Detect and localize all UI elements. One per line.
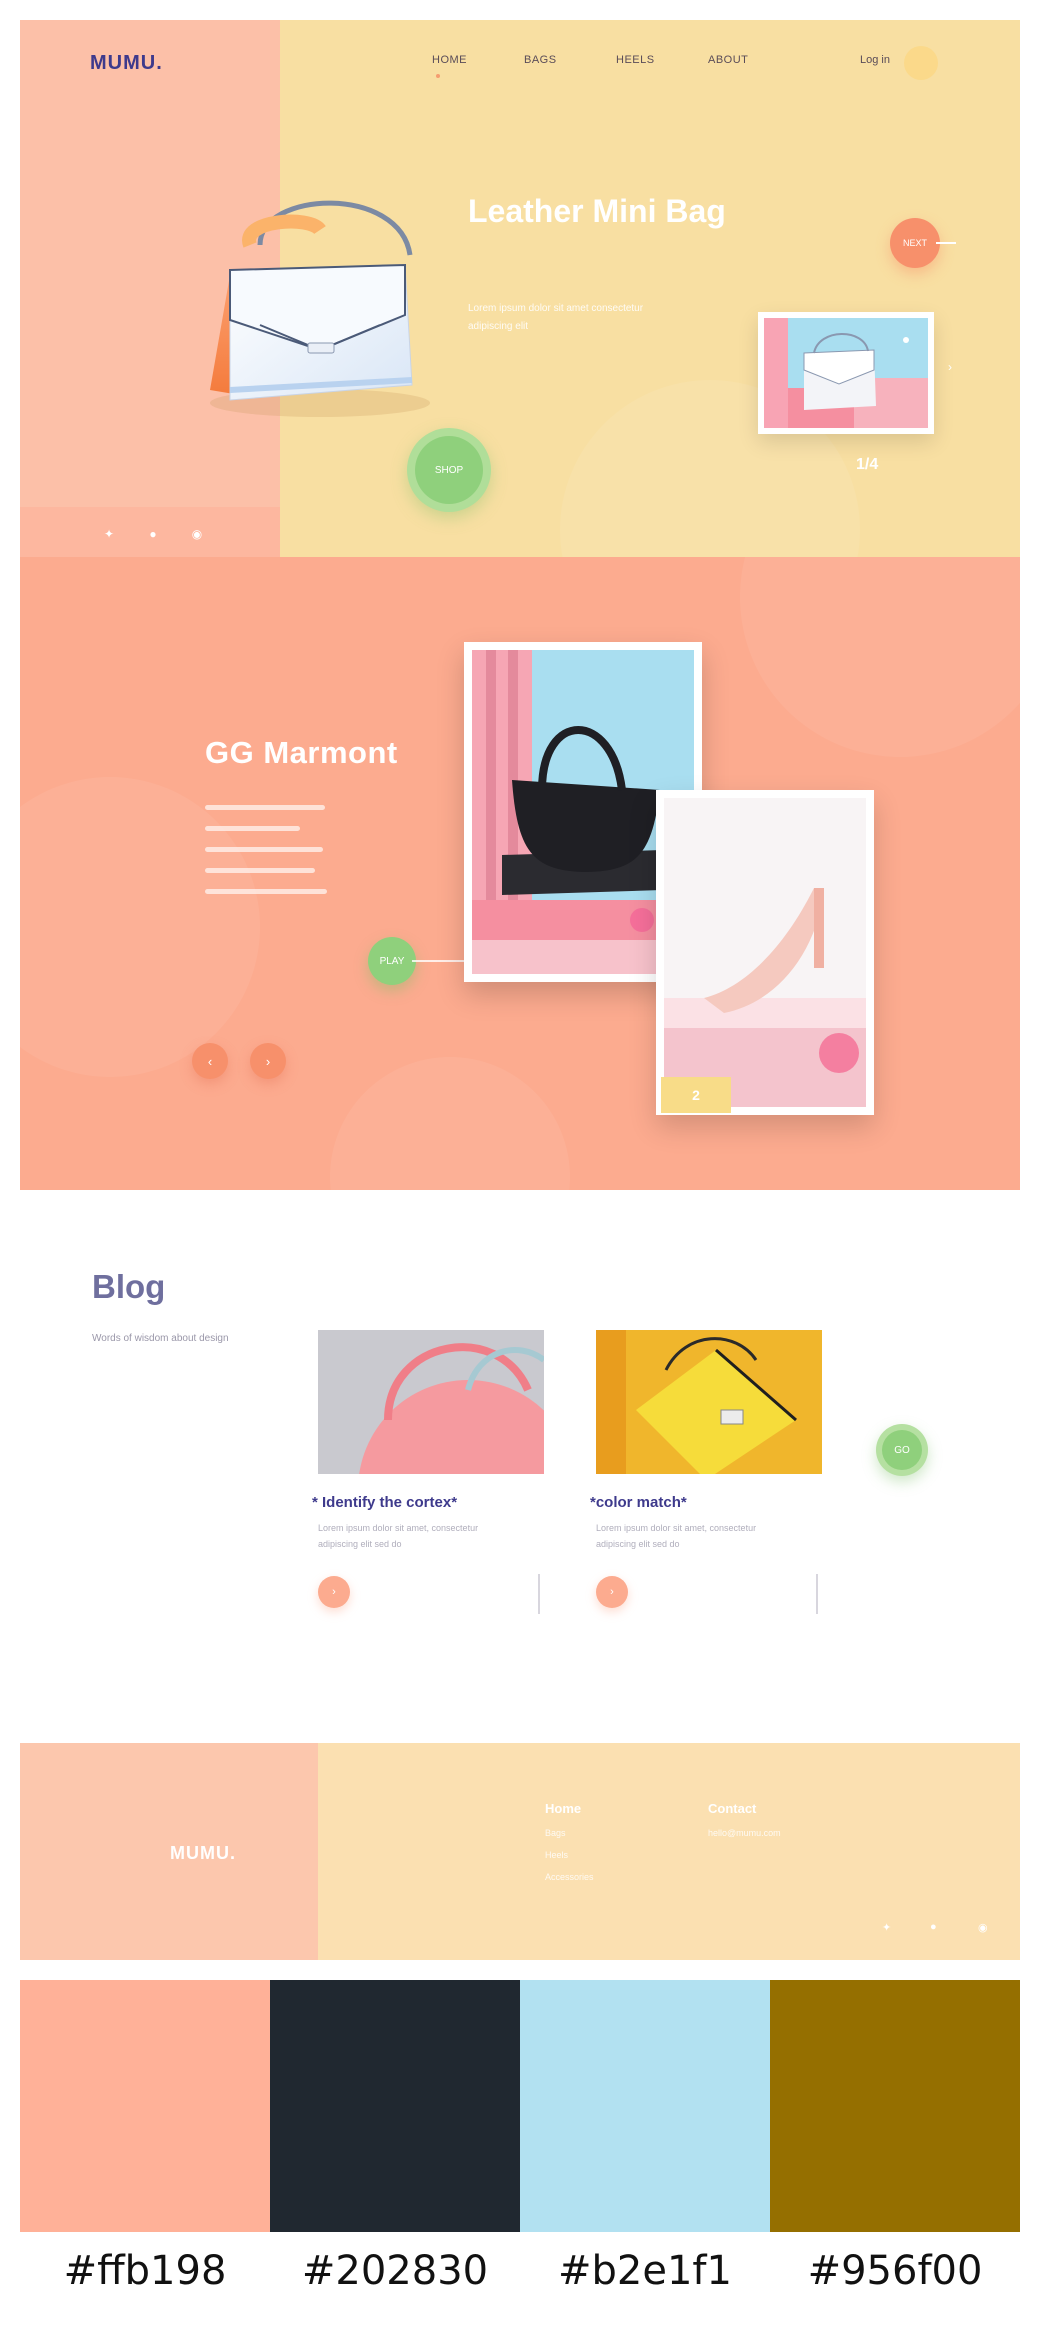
- card-divider: [538, 1574, 540, 1614]
- featured-section: GG Marmont PLAY ‹ › 2: [20, 557, 1020, 1190]
- facebook-icon[interactable]: ●: [930, 1921, 937, 1933]
- hero-subtitle: Lorem ipsum dolor sit amet consectetur a…: [468, 303, 644, 332]
- footer-left-panel: [20, 1743, 318, 1960]
- blog-next-button[interactable]: GO: [876, 1424, 928, 1476]
- blog-card-text: Lorem ipsum dolor sit amet, consectetur …: [596, 1523, 757, 1549]
- featured-play-button[interactable]: PLAY: [368, 937, 416, 985]
- pink-heels-image: [664, 798, 866, 1107]
- footer-link[interactable]: Bags: [545, 1828, 594, 1838]
- blog-card-title[interactable]: *color match*: [590, 1494, 687, 1511]
- hero-shop-button[interactable]: SHOP: [407, 428, 491, 512]
- featured-title: GG Marmont: [205, 735, 398, 770]
- login-label: Log in: [860, 54, 890, 66]
- footer-heading: Contact: [708, 1801, 757, 1816]
- heels-photo[interactable]: [656, 790, 874, 1115]
- swatch-label: #b2e1f1: [558, 2248, 732, 2294]
- read-more-button[interactable]: ›: [596, 1576, 628, 1608]
- yellow-bag-image: [596, 1330, 822, 1474]
- instagram-icon[interactable]: ◉: [186, 523, 208, 545]
- footer-link[interactable]: Accessories: [545, 1872, 594, 1882]
- color-swatch: [20, 1980, 270, 2232]
- next-button-line: [936, 242, 956, 244]
- footer-link[interactable]: Heels: [545, 1850, 594, 1860]
- swatch-label: #ffb198: [63, 2248, 227, 2294]
- blog-description: Words of wisdom about design: [92, 1333, 229, 1344]
- color-swatch: [520, 1980, 770, 2232]
- twitter-icon[interactable]: ✦: [882, 1921, 891, 1934]
- hero-title: Leather Mini Bag: [468, 193, 726, 229]
- prev-arrow-button[interactable]: ‹: [192, 1043, 228, 1079]
- read-more-button[interactable]: ›: [318, 1576, 350, 1608]
- site-logo[interactable]: MUMU.: [90, 52, 163, 75]
- blog-card-image: [596, 1330, 822, 1474]
- text-line: [205, 868, 315, 873]
- footer-column-home: Home Bags Heels Accessories: [545, 1801, 594, 1894]
- hero-thumbnail[interactable]: [758, 312, 934, 434]
- nav-item-home[interactable]: HOME: [432, 54, 524, 78]
- hero-section: MUMU. HOME BAGS HEELS ABOUT Log in Leath…: [20, 20, 1020, 557]
- swatch-label: #202830: [301, 2248, 489, 2294]
- twitter-icon[interactable]: ✦: [98, 523, 120, 545]
- chevron-right-icon[interactable]: ›: [948, 360, 952, 374]
- facebook-icon[interactable]: ●: [142, 523, 164, 545]
- blog-title: Blog: [92, 1268, 166, 1305]
- nav-item-heels[interactable]: HEELS: [616, 54, 708, 66]
- footer-link[interactable]: hello@mumu.com: [708, 1828, 781, 1838]
- nav-item-about[interactable]: ABOUT: [708, 54, 800, 66]
- blog-card-text: Lorem ipsum dolor sit amet, consectetur …: [318, 1523, 479, 1549]
- login-glow: [904, 46, 938, 80]
- thumbnail-bag-image: [764, 318, 928, 428]
- text-line: [205, 847, 323, 852]
- decor-circle: [740, 557, 1020, 757]
- main-nav: HOME BAGS HEELS ABOUT: [432, 54, 800, 78]
- card-divider: [816, 1574, 818, 1614]
- color-swatch: [270, 1980, 520, 2232]
- swatch-label: #956f00: [807, 2248, 983, 2294]
- blog-card[interactable]: * Identify the cortex* Lorem ipsum dolor…: [312, 1330, 558, 1620]
- decor-circle: [330, 1057, 570, 1190]
- text-line: [205, 889, 327, 894]
- hero-next-button[interactable]: NEXT: [890, 218, 940, 268]
- login-link[interactable]: Log in: [860, 42, 942, 82]
- pink-bag-image: [318, 1330, 544, 1474]
- heels-photo-tag: 2: [661, 1077, 731, 1113]
- instagram-icon[interactable]: ◉: [978, 1921, 988, 1934]
- text-line: [205, 805, 325, 810]
- slide-counter: 1/4: [856, 456, 879, 473]
- footer: MUMU. Home Bags Heels Accessories Contac…: [20, 1743, 1020, 1960]
- leather-bag-image: [210, 200, 430, 417]
- nav-item-bags[interactable]: BAGS: [524, 54, 616, 66]
- footer-heading: Home: [545, 1801, 582, 1816]
- blog-card-image: [318, 1330, 544, 1474]
- next-arrow-button[interactable]: ›: [250, 1043, 286, 1079]
- play-button-line: [412, 960, 468, 962]
- footer-column-contact: Contact hello@mumu.com: [708, 1801, 781, 1850]
- text-line: [205, 826, 300, 831]
- blog-section: Blog Words of wisdom about design * Iden…: [20, 1190, 1020, 1750]
- color-swatch: [770, 1980, 1020, 2232]
- featured-description: [205, 805, 335, 910]
- footer-logo[interactable]: MUMU.: [170, 1843, 236, 1864]
- blog-card-title[interactable]: * Identify the cortex*: [312, 1494, 457, 1511]
- blog-card[interactable]: *color match* Lorem ipsum dolor sit amet…: [590, 1330, 836, 1620]
